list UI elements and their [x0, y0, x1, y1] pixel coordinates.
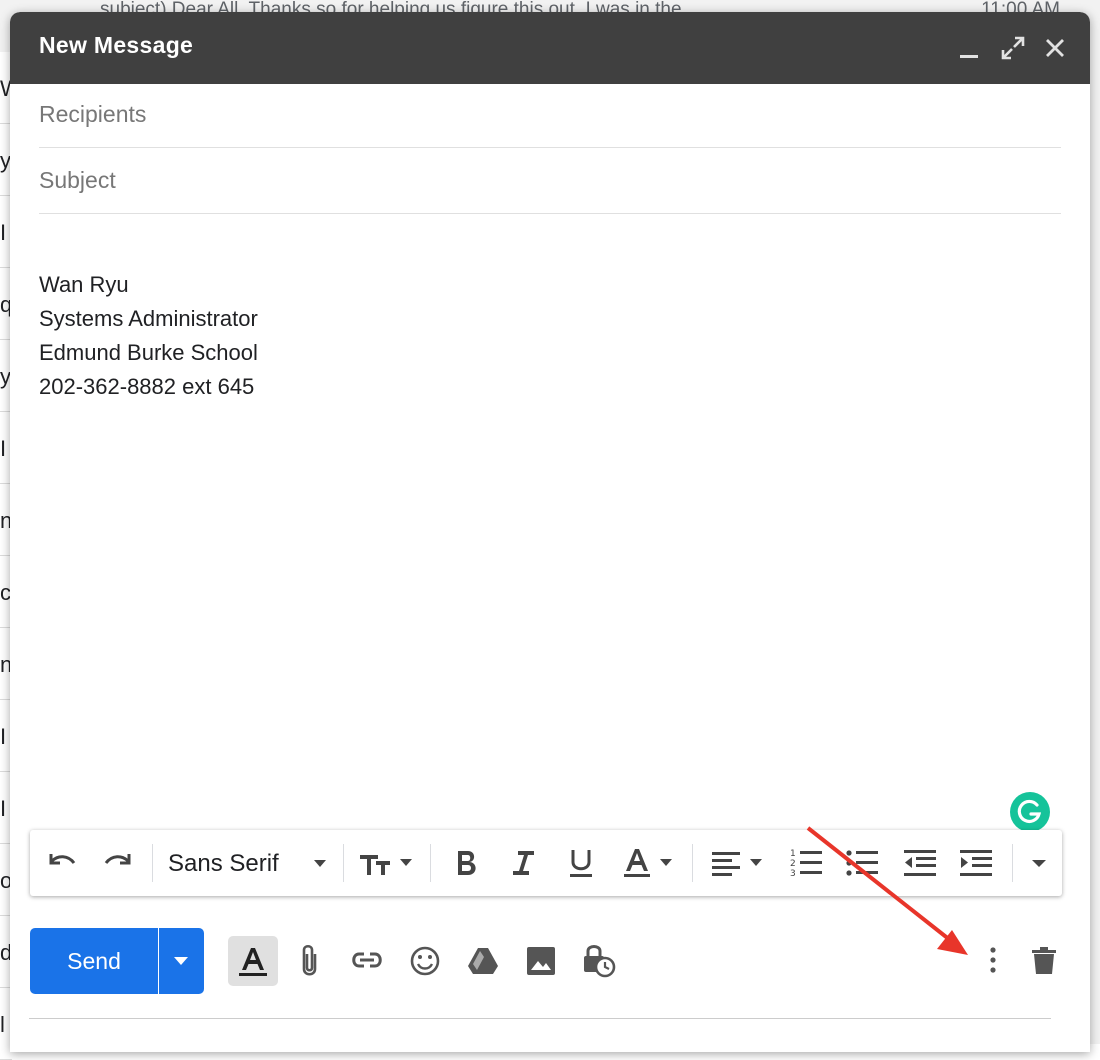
drive-icon — [468, 948, 498, 974]
redo-icon — [104, 854, 131, 865]
indent-more-button[interactable] — [956, 843, 996, 883]
discard-draft-button[interactable] — [1019, 936, 1069, 986]
minimize-button[interactable] — [955, 34, 983, 62]
numbered-list-button[interactable]: 1 2 3 — [786, 843, 826, 883]
fullscreen-button[interactable] — [999, 34, 1027, 62]
bulleted-list-button[interactable] — [842, 843, 882, 883]
formatting-options-button[interactable] — [228, 936, 278, 986]
svg-text:3: 3 — [790, 869, 796, 879]
send-group: Send — [30, 928, 204, 994]
grammarly-icon — [1017, 799, 1042, 824]
compose-titlebar[interactable]: New Message — [10, 12, 1090, 84]
indent-less-icon — [904, 850, 936, 876]
emoji-icon — [410, 946, 440, 976]
bold-button[interactable] — [446, 843, 486, 883]
signature-title: Systems Administrator — [39, 306, 258, 331]
close-icon — [1046, 39, 1064, 57]
underline-button[interactable] — [561, 843, 601, 883]
photo-icon — [527, 947, 555, 975]
bulleted-list-icon — [846, 850, 878, 876]
undo-button[interactable] — [42, 843, 82, 883]
close-button[interactable] — [1041, 34, 1069, 62]
formatting-icon — [239, 948, 267, 976]
bottom-divider — [29, 1018, 1051, 1019]
signature-name: Wan Ryu — [39, 272, 129, 297]
compose-title: New Message — [39, 32, 194, 58]
lock-clock-icon — [584, 945, 616, 978]
formatting-toolbar: Sans Serif 1 2 3 — [30, 830, 1062, 896]
recipients-input[interactable] — [39, 98, 1061, 130]
signature-phone: 202-362-8882 ext 645 — [39, 374, 255, 399]
svg-text:1: 1 — [790, 849, 796, 859]
indent-less-button[interactable] — [900, 843, 940, 883]
font-family-value: Sans Serif — [168, 850, 279, 877]
italic-button[interactable] — [504, 843, 544, 883]
insert-drive-button[interactable] — [458, 936, 508, 986]
text-color-icon — [624, 849, 672, 877]
subject-field[interactable] — [39, 148, 1061, 214]
undo-icon — [49, 854, 76, 865]
numbered-list-icon: 1 2 3 — [790, 849, 822, 879]
recipients-field[interactable] — [39, 82, 1061, 148]
more-vertical-icon — [990, 947, 996, 973]
subject-input[interactable] — [39, 164, 1061, 196]
trash-icon — [1032, 947, 1056, 974]
align-button[interactable] — [708, 843, 772, 883]
expand-icon — [1001, 36, 1025, 60]
font-size-button[interactable] — [356, 843, 420, 883]
insert-photo-button[interactable] — [516, 936, 566, 986]
attach-files-button[interactable] — [285, 936, 335, 986]
italic-icon — [513, 851, 534, 875]
signature-organization: Edmund Burke School — [39, 340, 258, 365]
chevron-down-icon — [174, 957, 188, 965]
chevron-down-icon — [1032, 860, 1046, 867]
toolbar-separator — [152, 844, 153, 882]
message-body[interactable]: Wan Ryu Systems Administrator Edmund Bur… — [39, 268, 1061, 798]
bold-icon — [458, 851, 476, 875]
grammarly-button[interactable] — [1010, 792, 1050, 832]
compose-window: New Message Wan Ryu Systems Administrato… — [10, 12, 1090, 1052]
svg-text:2: 2 — [790, 859, 796, 869]
font-family-select[interactable]: Sans Serif — [168, 843, 338, 883]
toolbar-separator — [343, 844, 344, 882]
send-options-button[interactable] — [159, 928, 204, 994]
more-options-button[interactable] — [968, 936, 1018, 986]
confidential-mode-button[interactable] — [574, 936, 624, 986]
minimize-icon — [960, 55, 978, 58]
chevron-down-icon — [314, 860, 326, 867]
toolbar-separator — [430, 844, 431, 882]
insert-link-button[interactable] — [342, 936, 392, 986]
send-button[interactable]: Send — [30, 928, 158, 994]
paperclip-icon — [302, 944, 317, 976]
redo-button[interactable] — [98, 843, 138, 883]
link-icon — [352, 952, 382, 968]
indent-more-icon — [960, 850, 992, 876]
toolbar-separator — [1012, 844, 1013, 882]
more-formatting-button[interactable] — [1024, 843, 1054, 883]
toolbar-separator — [692, 844, 693, 882]
insert-emoji-button[interactable] — [400, 936, 450, 986]
align-left-icon — [712, 852, 762, 876]
text-size-icon — [360, 855, 412, 875]
underline-icon — [570, 850, 592, 877]
text-color-button[interactable] — [620, 843, 684, 883]
